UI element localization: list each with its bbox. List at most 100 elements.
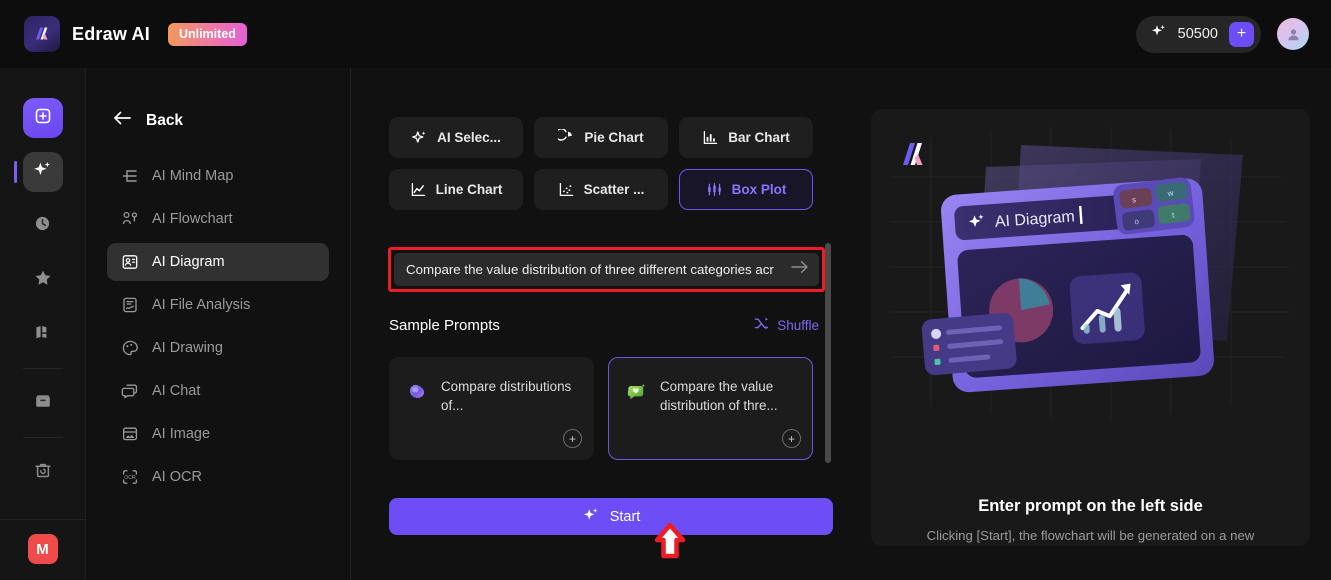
chart-type-label: Line Chart bbox=[435, 182, 503, 197]
star-favorites-icon bbox=[33, 268, 53, 293]
sidebar-item-ai-diagram[interactable]: AI Diagram bbox=[107, 243, 329, 281]
sidebar-item-ai-flowchart[interactable]: AI Flowchart bbox=[107, 200, 329, 238]
chart-type-row-2: Line Chart Scatter ... Box Plot bbox=[389, 169, 819, 210]
svg-text:OCR: OCR bbox=[124, 475, 136, 481]
chart-type-label: Pie Chart bbox=[584, 130, 644, 145]
rail-item-recent[interactable] bbox=[23, 206, 63, 246]
flowchart-icon bbox=[120, 210, 139, 229]
chart-type-chips: AI Selec... Pie Chart Bar Chart Line Cha… bbox=[389, 117, 819, 221]
back-label: Back bbox=[146, 111, 184, 129]
trash-bin-icon bbox=[33, 460, 53, 485]
start-button[interactable]: Start bbox=[389, 498, 833, 535]
edraw-ai-window: Edraw AI Unlimited 50500 + M Back AI Min… bbox=[0, 0, 1331, 580]
sidebar-item-label: AI Image bbox=[152, 426, 211, 442]
chart-type-row-1: AI Selec... Pie Chart Bar Chart bbox=[389, 117, 819, 158]
app-header: Edraw AI Unlimited 50500 + bbox=[0, 0, 1331, 68]
clock-recent-icon bbox=[33, 214, 52, 238]
sidebar-item-ai-image[interactable]: AI Image bbox=[107, 415, 329, 453]
chart-type-label: AI Selec... bbox=[437, 130, 501, 145]
sample-prompt-card[interactable]: Compare the value distribution of thre..… bbox=[608, 357, 813, 460]
sidebar-item-label: AI Mind Map bbox=[152, 168, 234, 184]
prompt-scrollbar[interactable] bbox=[825, 243, 831, 463]
edraw-logo-icon bbox=[24, 16, 60, 52]
sample-prompts-header: Sample Prompts Shuffle bbox=[389, 315, 819, 335]
sidebar-item-ai-drawing[interactable]: AI Drawing bbox=[107, 329, 329, 367]
credits-value: 50500 bbox=[1177, 26, 1218, 42]
sparkle-icon bbox=[582, 506, 600, 528]
preview-subtitle: Clicking [Start], the flowchart will be … bbox=[926, 528, 1255, 543]
chart-type-ai-select[interactable]: AI Selec... bbox=[389, 117, 523, 158]
sidebar-item-ai-chat[interactable]: AI Chat bbox=[107, 372, 329, 410]
add-prompt-button[interactable]: + bbox=[563, 429, 582, 448]
ai-diagram-cards-illustration: AI Diagram s w o t bbox=[871, 127, 1310, 427]
chart-type-pie-chart[interactable]: Pie Chart bbox=[534, 117, 668, 158]
sidebar-item-label: AI Drawing bbox=[152, 340, 223, 356]
image-icon bbox=[120, 425, 139, 444]
arrow-left-icon bbox=[112, 110, 132, 131]
bar-chart-icon bbox=[702, 129, 719, 146]
green-chat-heart-icon bbox=[623, 379, 649, 405]
add-prompt-button[interactable]: + bbox=[782, 429, 801, 448]
shuffle-button[interactable]: Shuffle bbox=[753, 315, 819, 335]
chart-type-scatter-plot[interactable]: Scatter ... bbox=[534, 169, 668, 210]
new-document-plus-icon bbox=[33, 106, 53, 131]
shuffle-icon bbox=[753, 315, 770, 335]
avatar[interactable] bbox=[1277, 18, 1309, 50]
credits-pill[interactable]: 50500 + bbox=[1135, 15, 1261, 53]
add-credits-button[interactable]: + bbox=[1229, 21, 1254, 47]
sample-prompt-card[interactable]: Compare distributions of... + bbox=[389, 357, 594, 460]
m-workspace-logo[interactable]: M bbox=[27, 534, 58, 564]
rail-item-favorites[interactable] bbox=[23, 260, 63, 300]
sidebar-item-ai-mind-map[interactable]: AI Mind Map bbox=[107, 157, 329, 195]
ocr-icon: OCR bbox=[120, 468, 139, 487]
sidebar: Back AI Mind Map AI Flowchart AI Diagram… bbox=[86, 68, 351, 580]
preview-panel: AI Diagram s w o t Enter prompt on the l… bbox=[871, 109, 1310, 546]
chart-type-box-plot[interactable]: Box Plot bbox=[679, 169, 813, 210]
line-chart-icon bbox=[410, 181, 427, 198]
rail-item-new-document[interactable] bbox=[22, 98, 63, 138]
preview-title: Enter prompt on the left side bbox=[978, 497, 1203, 515]
prompt-input-value: Compare the value distribution of three … bbox=[406, 262, 774, 277]
sidebar-menu: AI Mind Map AI Flowchart AI Diagram AI F… bbox=[86, 157, 350, 496]
sidebar-item-label: AI Chat bbox=[152, 383, 201, 399]
arrow-right-icon[interactable] bbox=[789, 259, 811, 280]
back-button[interactable]: Back bbox=[112, 110, 350, 131]
sparkle-icon bbox=[1150, 23, 1167, 45]
rail-bottom: M bbox=[0, 519, 86, 580]
drawing-palette-icon bbox=[120, 339, 139, 358]
ai-sparkle-icon bbox=[32, 159, 53, 185]
diagram-icon bbox=[120, 253, 139, 272]
prompt-input[interactable]: Compare the value distribution of three … bbox=[394, 253, 819, 286]
rail-item-folder[interactable] bbox=[23, 383, 63, 423]
chart-type-label: Bar Chart bbox=[728, 130, 790, 145]
sample-prompts-title: Sample Prompts bbox=[389, 316, 500, 334]
chart-type-line-chart[interactable]: Line Chart bbox=[389, 169, 523, 210]
ai-sparkle-icon bbox=[411, 129, 428, 146]
brand-name: Edraw AI bbox=[72, 23, 150, 44]
rail-item-trash[interactable] bbox=[23, 452, 63, 492]
sample-prompt-cards: Compare distributions of... + Compare th… bbox=[389, 357, 813, 460]
sample-prompt-text: Compare the value distribution of thre..… bbox=[660, 379, 778, 413]
templates-grid-icon bbox=[33, 322, 53, 347]
sidebar-item-label: AI Flowchart bbox=[152, 211, 233, 227]
rail-item-templates[interactable] bbox=[23, 314, 63, 354]
sample-prompt-text: Compare distributions of... bbox=[441, 379, 572, 413]
rail-item-ai[interactable] bbox=[13, 152, 63, 192]
chart-type-bar-chart[interactable]: Bar Chart bbox=[679, 117, 813, 158]
unlimited-badge: Unlimited bbox=[167, 22, 247, 46]
sidebar-item-ai-ocr[interactable]: OCR AI OCR bbox=[107, 458, 329, 496]
pie-chart-icon bbox=[558, 129, 575, 146]
shuffle-label: Shuffle bbox=[777, 317, 819, 333]
start-area: Start bbox=[389, 498, 833, 559]
sidebar-item-label: AI OCR bbox=[152, 469, 202, 485]
chart-type-label: Box Plot bbox=[731, 182, 787, 197]
sidebar-item-label: AI File Analysis bbox=[152, 297, 251, 313]
mind-map-icon bbox=[120, 167, 139, 186]
rail-divider bbox=[22, 368, 63, 369]
chart-type-label: Scatter ... bbox=[583, 182, 645, 197]
sidebar-item-ai-file-analysis[interactable]: AI File Analysis bbox=[107, 286, 329, 324]
main-panel: AI Selec... Pie Chart Bar Chart Line Cha… bbox=[351, 68, 1331, 580]
folder-icon bbox=[33, 391, 53, 416]
brand[interactable]: Edraw AI Unlimited bbox=[24, 16, 247, 52]
sidebar-item-label: AI Diagram bbox=[152, 254, 225, 270]
